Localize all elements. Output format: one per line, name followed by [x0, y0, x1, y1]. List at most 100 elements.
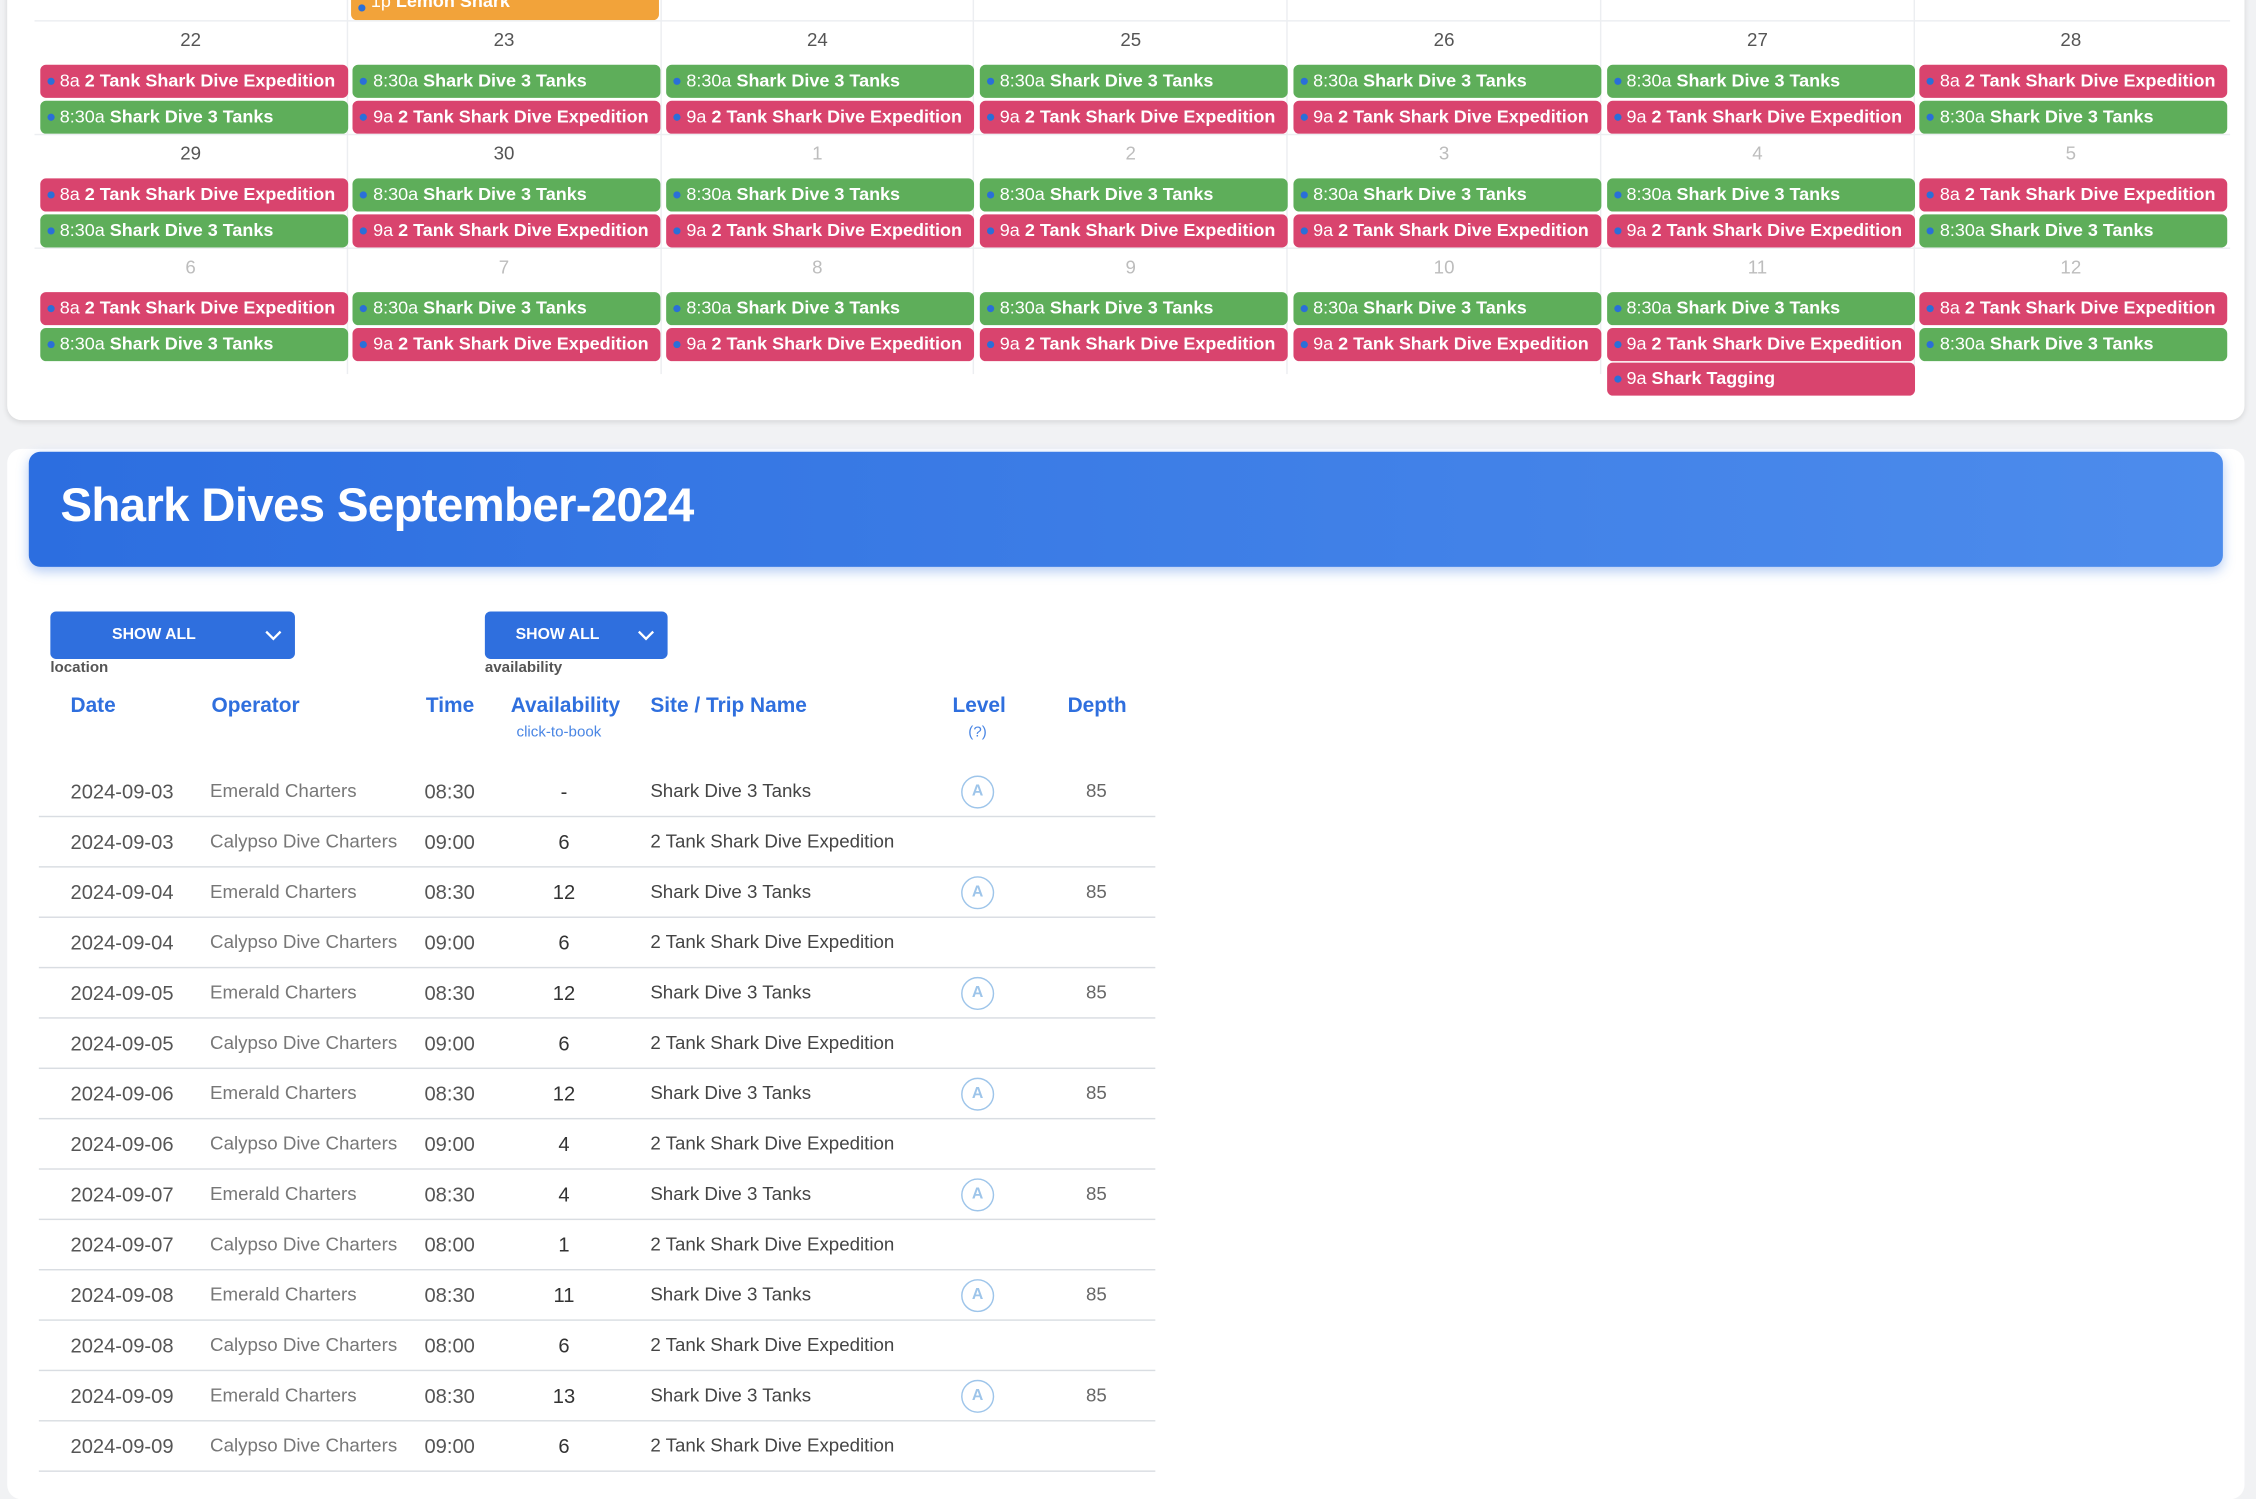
day-number[interactable]: 9 [975, 256, 1287, 278]
table-row[interactable]: 2024-09-04 Emerald Charters 08:30 12 Shark D… [38, 868, 1156, 918]
day-number[interactable]: 4 [1601, 142, 1913, 164]
level-help-link[interactable]: (?) [968, 724, 986, 741]
day-number[interactable]: 26 [1288, 29, 1600, 51]
calendar-event[interactable]: 9a 2 Tank Shark Dive Expedition [1293, 213, 1601, 247]
day-number[interactable]: 24 [661, 29, 973, 51]
calendar-event[interactable]: 9a 2 Tank Shark Dive Expedition [666, 327, 975, 361]
day-number[interactable]: 1 [661, 142, 973, 164]
calendar-event[interactable]: 8:30a Shark Dive 3 Tanks [979, 64, 1288, 98]
header-time[interactable]: Time [426, 695, 474, 718]
table-row[interactable]: 2024-09-08 Calypso Dive Charters 08:00 6 2 T… [38, 1321, 1156, 1372]
cell-availability-book-link[interactable]: 6 [514, 1422, 615, 1471]
table-row[interactable]: 2024-09-09 Calypso Dive Charters 09:00 6 2 T… [38, 1422, 1156, 1472]
calendar-event[interactable]: 1p Lemon Shark [350, 0, 659, 21]
cell-availability-book-link[interactable]: 11 [514, 1270, 615, 1319]
calendar-event[interactable]: 8a 2 Tank Shark Dive Expedition [39, 292, 348, 326]
calendar-event[interactable]: 9a 2 Tank Shark Dive Expedition [352, 213, 661, 247]
table-row[interactable]: 2024-09-03 Calypso Dive Charters 09:00 6 2 T… [38, 817, 1156, 868]
calendar-event[interactable]: 8:30a Shark Dive 3 Tanks [1293, 64, 1601, 98]
header-site[interactable]: Site / Trip Name [650, 695, 807, 718]
calendar-event[interactable]: 8:30a Shark Dive 3 Tanks [39, 327, 348, 361]
calendar-event[interactable]: 8a 2 Tank Shark Dive Expedition [1919, 292, 2228, 326]
level-badge-icon[interactable]: A [961, 1178, 995, 1212]
table-row[interactable]: 2024-09-07 Emerald Charters 08:30 4 Shark Di… [38, 1170, 1156, 1221]
level-badge-icon[interactable]: A [961, 1379, 995, 1413]
day-number[interactable]: 22 [35, 29, 347, 51]
calendar-event[interactable]: 8:30a Shark Dive 3 Tanks [1606, 178, 1915, 212]
calendar-event[interactable]: 9a 2 Tank Shark Dive Expedition [1606, 213, 1915, 247]
calendar-event[interactable]: 8:30a Shark Dive 3 Tanks [666, 292, 975, 326]
cell-availability-book-link[interactable]: 12 [514, 1069, 615, 1118]
calendar-event[interactable]: 8:30a Shark Dive 3 Tanks [39, 213, 348, 247]
availability-filter-dropdown[interactable]: SHOW ALL [484, 611, 668, 659]
cell-availability-book-link[interactable]: 4 [514, 1119, 615, 1168]
calendar-event[interactable]: 8:30a Shark Dive 3 Tanks [1606, 64, 1915, 98]
day-number[interactable]: 8 [661, 256, 973, 278]
cell-availability-book-link[interactable]: 1 [514, 1220, 615, 1269]
calendar-event[interactable]: 8:30a Shark Dive 3 Tanks [352, 64, 661, 98]
day-number[interactable]: 25 [975, 29, 1287, 51]
level-badge-icon[interactable]: A [961, 775, 995, 809]
level-badge-icon[interactable]: A [961, 1279, 995, 1313]
calendar-event[interactable]: 9a 2 Tank Shark Dive Expedition [666, 99, 975, 134]
calendar-event[interactable]: 9a 2 Tank Shark Dive Expedition [352, 327, 661, 361]
header-level[interactable]: Level [952, 695, 1005, 718]
calendar-event[interactable]: 8:30a Shark Dive 3 Tanks [666, 178, 975, 212]
calendar-event[interactable]: 8:30a Shark Dive 3 Tanks [1293, 292, 1601, 326]
cell-availability-book-link[interactable]: 12 [514, 868, 615, 917]
calendar-event[interactable]: 9a 2 Tank Shark Dive Expedition [979, 213, 1288, 247]
calendar-event[interactable]: 9a 2 Tank Shark Dive Expedition [1606, 99, 1915, 134]
table-row[interactable]: 2024-09-03 Emerald Charters 08:30 - Shark Di… [38, 767, 1156, 818]
calendar-event[interactable]: 9a 2 Tank Shark Dive Expedition [1293, 99, 1601, 134]
table-row[interactable]: 2024-09-09 Emerald Charters 08:30 13 Shark D… [38, 1371, 1156, 1422]
calendar-event[interactable]: 9a 2 Tank Shark Dive Expedition [666, 213, 975, 247]
cell-availability-book-link[interactable]: 6 [514, 1019, 615, 1068]
day-number[interactable]: 6 [35, 256, 347, 278]
calendar-event[interactable]: 8:30a Shark Dive 3 Tanks [352, 292, 661, 326]
table-row[interactable]: 2024-09-07 Calypso Dive Charters 08:00 1 2 T… [38, 1220, 1156, 1271]
header-depth[interactable]: Depth [1068, 695, 1127, 718]
calendar-event[interactable]: 8:30a Shark Dive 3 Tanks [1293, 178, 1601, 212]
calendar-event[interactable]: 8a 2 Tank Shark Dive Expedition [39, 178, 348, 212]
table-row[interactable]: 2024-09-08 Emerald Charters 08:30 11 Shark D… [38, 1270, 1156, 1321]
calendar-event[interactable]: 8a 2 Tank Shark Dive Expedition [1919, 178, 2228, 212]
day-number[interactable]: 3 [1288, 142, 1600, 164]
calendar-event[interactable]: 9a 2 Tank Shark Dive Expedition [352, 99, 661, 134]
day-number[interactable]: 5 [1915, 142, 2227, 164]
day-number[interactable]: 23 [348, 29, 660, 51]
level-badge-icon[interactable]: A [961, 1077, 995, 1111]
cell-availability-book-link[interactable]: 4 [514, 1170, 615, 1219]
cell-availability-book-link[interactable]: 6 [514, 1321, 615, 1370]
day-number[interactable]: 29 [35, 142, 347, 164]
header-operator[interactable]: Operator [212, 695, 300, 718]
day-number[interactable]: 2 [975, 142, 1287, 164]
header-availability[interactable]: Availability [511, 695, 620, 718]
table-row[interactable]: 2024-09-05 Emerald Charters 08:30 12 Shark D… [38, 968, 1156, 1019]
calendar-event[interactable]: 8:30a Shark Dive 3 Tanks [352, 178, 661, 212]
day-number[interactable]: 12 [1915, 256, 2227, 278]
calendar-event[interactable]: 8:30a Shark Dive 3 Tanks [979, 178, 1288, 212]
header-date[interactable]: Date [71, 695, 116, 718]
day-number[interactable]: 7 [348, 256, 660, 278]
table-row[interactable]: 2024-09-05 Calypso Dive Charters 09:00 6 2 T… [38, 1019, 1156, 1070]
level-badge-icon[interactable]: A [961, 876, 995, 910]
day-number[interactable]: 30 [348, 142, 660, 164]
calendar-event[interactable]: 8:30a Shark Dive 3 Tanks [1919, 99, 2228, 134]
calendar-event[interactable]: 9a 2 Tank Shark Dive Expedition [1606, 327, 1915, 361]
day-number[interactable]: 11 [1601, 256, 1913, 278]
table-row[interactable]: 2024-09-06 Emerald Charters 08:30 12 Shark D… [38, 1069, 1156, 1120]
calendar-event[interactable]: 9a 2 Tank Shark Dive Expedition [979, 99, 1288, 134]
calendar-event[interactable]: 8:30a Shark Dive 3 Tanks [1606, 292, 1915, 326]
cell-availability-book-link[interactable]: 13 [514, 1371, 615, 1420]
calendar-event[interactable]: 9a 2 Tank Shark Dive Expedition [1293, 327, 1601, 361]
day-number[interactable]: 27 [1601, 29, 1913, 51]
calendar-event[interactable]: 8:30a Shark Dive 3 Tanks [1919, 213, 2228, 247]
calendar-event[interactable]: 8:30a Shark Dive 3 Tanks [979, 292, 1288, 326]
day-number[interactable]: 28 [1915, 29, 2227, 51]
calendar-event[interactable]: 8a 2 Tank Shark Dive Expedition [39, 64, 348, 98]
calendar-event[interactable]: 8:30a Shark Dive 3 Tanks [666, 64, 975, 98]
cell-availability-book-link[interactable]: 6 [514, 918, 615, 967]
level-badge-icon[interactable]: A [961, 976, 995, 1011]
calendar-event[interactable]: 8:30a Shark Dive 3 Tanks [1919, 327, 2228, 361]
day-number[interactable]: 10 [1288, 256, 1600, 278]
